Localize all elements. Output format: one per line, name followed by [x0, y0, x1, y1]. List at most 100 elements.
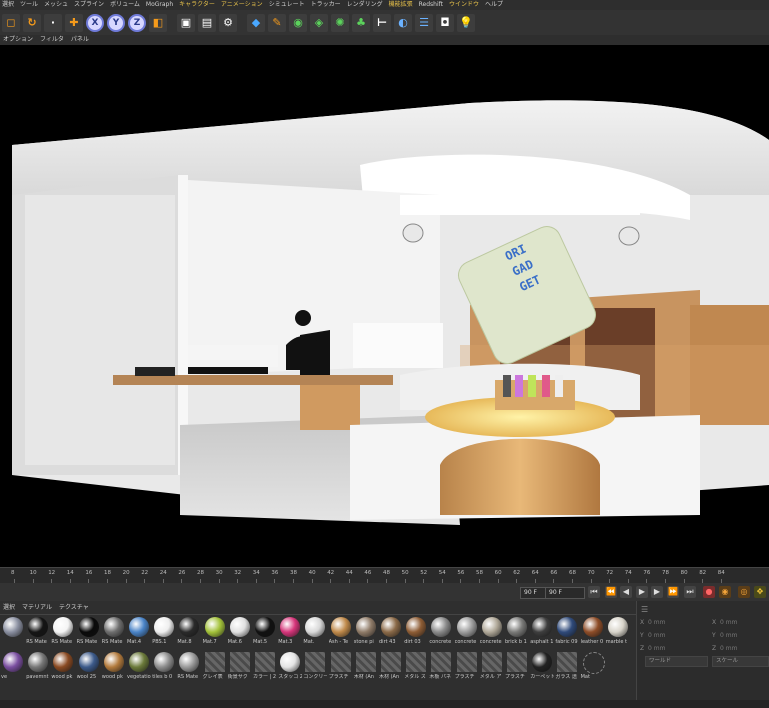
timeline-ruler[interactable]: 8 10 12 14 16 18 20 22 24 26 28 30 32 34 36 38 40 42 44 46 4…	[0, 567, 769, 584]
material-swatch[interactable]: tiles b 0	[152, 650, 176, 683]
menu-item[interactable]: MoGraph	[146, 0, 173, 10]
material-swatch[interactable]: Mat	[581, 650, 605, 683]
coord-x-value[interactable]: 0 mm	[648, 619, 665, 626]
menu-item[interactable]: ツール	[20, 0, 38, 10]
material-swatch[interactable]: 木板 パネ	[429, 650, 453, 683]
deformer-icon[interactable]: ✺	[331, 13, 349, 32]
material-swatch[interactable]: brick b 1	[505, 615, 529, 648]
menu-item[interactable]: トラッカー	[311, 0, 341, 10]
material-swatch[interactable]: stone pi	[354, 615, 378, 648]
keyframe-settings-icon[interactable]: ✥	[754, 586, 766, 598]
x-axis-lock-icon[interactable]: X	[86, 13, 104, 32]
sky-icon[interactable]: ☰	[415, 13, 433, 32]
viewport-menu-item[interactable]: オプション	[3, 36, 33, 43]
render-view-icon[interactable]: ▣	[177, 13, 195, 32]
material-swatch[interactable]: カーペット	[530, 650, 554, 683]
menu-item[interactable]: キャラクター	[179, 0, 215, 10]
menu-item[interactable]: ヘルプ	[485, 0, 503, 10]
subdivision-icon[interactable]: ◉	[289, 13, 307, 32]
step-forward-icon[interactable]: ▶	[651, 586, 663, 598]
field-icon[interactable]: ⊢	[373, 13, 391, 32]
material-swatch[interactable]: Mat.6	[228, 615, 252, 648]
world-dropdown[interactable]: ワールド	[645, 656, 708, 667]
menu-item[interactable]: シミュレート	[269, 0, 305, 10]
menu-item[interactable]: メッシュ	[44, 0, 68, 10]
material-swatch[interactable]: wool 25	[77, 650, 101, 683]
y-axis-lock-icon[interactable]: Y	[107, 13, 125, 32]
material-swatch[interactable]: pavemnt	[26, 650, 50, 683]
material-swatch[interactable]: ve	[1, 650, 25, 683]
material-swatch[interactable]: dirt 43	[379, 615, 403, 648]
keyframe-record-icon[interactable]: ◎	[738, 586, 750, 598]
material-swatch[interactable]: メタル ア	[480, 650, 504, 683]
menu-item[interactable]: Redshift	[419, 0, 443, 10]
rotate-tool-icon[interactable]: ↻	[23, 13, 41, 32]
material-swatch[interactable]: dirt 03	[404, 615, 428, 648]
z-axis-lock-icon[interactable]: Z	[128, 13, 146, 32]
coord-y-value[interactable]: 0 mm	[648, 632, 665, 639]
go-to-end-icon[interactable]: ⏭	[684, 586, 696, 598]
material-swatch[interactable]: fabric 09	[555, 615, 579, 648]
coord-z2-value[interactable]: 0 mm	[720, 645, 737, 652]
material-swatch[interactable]: 街景サク	[228, 650, 252, 683]
material-swatch[interactable]: コンクリー	[303, 650, 327, 683]
material-menu-item[interactable]: テクスチャ	[59, 604, 89, 611]
render-picture-viewer-icon[interactable]: ▤	[198, 13, 216, 32]
render-viewport[interactable]: ORI GAD GET	[0, 45, 769, 567]
material-swatch[interactable]: グレイ表	[203, 650, 227, 683]
material-swatch[interactable]: RS Mate	[26, 615, 50, 648]
material-swatch[interactable]: Mat.5	[253, 615, 277, 648]
material-swatch[interactable]: RS Mate	[51, 615, 75, 648]
material-swatch[interactable]: vegetatio	[127, 650, 151, 683]
viewport-menu-item[interactable]: パネル	[71, 36, 89, 43]
material-swatch[interactable]: スタッコ 2	[278, 650, 302, 683]
coord-y2-value[interactable]: 0 mm	[720, 632, 737, 639]
coordinate-system-icon[interactable]: ◧	[149, 13, 167, 32]
material-swatch[interactable]: wood pk	[102, 650, 126, 683]
material-swatch[interactable]: leather 0	[581, 615, 605, 648]
menu-item[interactable]: ウインドウ	[449, 0, 479, 10]
coord-z-value[interactable]: 0 mm	[648, 645, 665, 652]
material-swatch[interactable]	[1, 615, 25, 648]
material-swatch[interactable]: Mat.7	[203, 615, 227, 648]
array-icon[interactable]: ◈	[310, 13, 328, 32]
material-swatch[interactable]: Mat.	[303, 615, 327, 648]
material-swatch[interactable]: ガラス 透	[555, 650, 579, 683]
material-swatch[interactable]: プラスチ	[455, 650, 479, 683]
menu-item[interactable]: ボリューム	[110, 0, 140, 10]
material-swatch[interactable]: PBS.1	[152, 615, 176, 648]
material-swatch[interactable]: concrete	[480, 615, 504, 648]
material-swatch[interactable]: RS Mate	[77, 615, 101, 648]
cube-icon[interactable]: ◆	[247, 13, 265, 32]
current-frame-field[interactable]: 90 F	[520, 587, 548, 599]
menu-item[interactable]: スプライン	[74, 0, 104, 10]
material-swatch[interactable]: concrete	[455, 615, 479, 648]
autokey-icon[interactable]: ◉	[719, 586, 731, 598]
material-swatch[interactable]: wood pk	[51, 650, 75, 683]
material-swatch[interactable]: asphalt 1	[530, 615, 554, 648]
scale-dropdown[interactable]: スケール	[712, 656, 769, 667]
menu-item[interactable]: アニメーション	[221, 0, 263, 10]
material-swatch[interactable]: カラー | 2	[253, 650, 277, 683]
menu-item[interactable]: レンダリング	[347, 0, 383, 10]
cloner-icon[interactable]: ♣	[352, 13, 370, 32]
material-swatch[interactable]: RS Mate	[177, 650, 201, 683]
record-icon[interactable]: ●	[703, 586, 715, 598]
material-swatch[interactable]: Mat.4	[127, 615, 151, 648]
material-swatch[interactable]: 木材 (An	[379, 650, 403, 683]
material-swatch[interactable]: Ash - Te	[329, 615, 353, 648]
material-swatch[interactable]: Mat.3	[278, 615, 302, 648]
material-swatch[interactable]: RS Mate	[102, 615, 126, 648]
play-icon[interactable]: ▶	[636, 586, 648, 598]
material-swatch[interactable]: プラスチ	[505, 650, 529, 683]
end-frame-field[interactable]: 90 F	[545, 587, 585, 599]
material-swatch[interactable]: Mat.8	[177, 615, 201, 648]
material-swatch[interactable]: marble t	[606, 615, 630, 648]
step-back-icon[interactable]: ◀	[620, 586, 632, 598]
material-menu-item[interactable]: マテリアル	[22, 604, 52, 611]
go-to-start-icon[interactable]: ⏮	[588, 586, 600, 598]
camera-icon[interactable]: ◘	[436, 13, 454, 32]
viewport-menu-item[interactable]: フィルタ	[40, 36, 64, 43]
material-swatch[interactable]: メタル ス	[404, 650, 428, 683]
next-key-icon[interactable]: ⏩	[667, 586, 679, 598]
